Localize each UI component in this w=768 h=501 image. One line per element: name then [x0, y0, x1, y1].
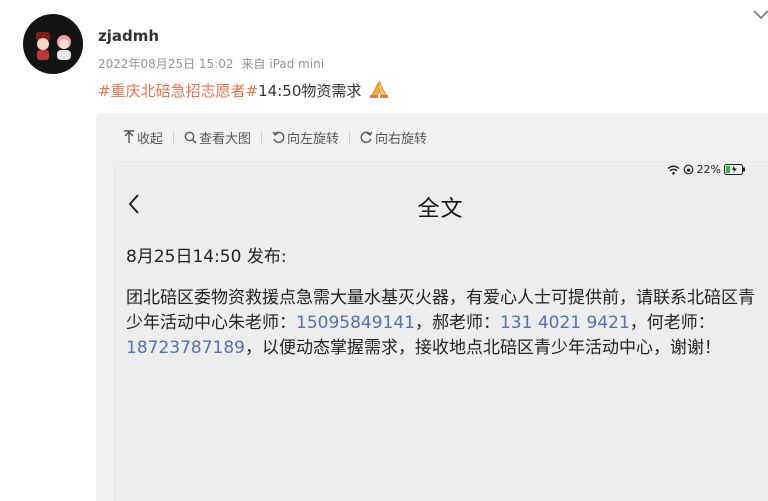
wifi-icon	[667, 165, 679, 175]
view-large-label: 查看大图	[199, 131, 252, 147]
chevron-down-icon[interactable]	[750, 6, 768, 24]
collapse-button[interactable]: 收起	[123, 128, 163, 147]
phone-link[interactable]: 131 4021 9421	[500, 313, 630, 333]
post-image[interactable]: 22% 全文 8月25日14:50 发布: 团北碚区委物资救援点急需大量水基灭火…	[113, 161, 768, 501]
notice-text: ，以便动态掌握需求，接收地点北碚区青少年活动中心，谢谢！	[244, 338, 721, 358]
notice-text: ，郝老师：	[414, 313, 500, 333]
post-body-text: 14:50物资需求	[258, 82, 362, 100]
phone-link[interactable]: 18723787189	[126, 338, 245, 358]
username[interactable]: zjadmh	[98, 27, 159, 45]
rotate-left-label: 向左旋转	[287, 131, 340, 147]
toolbar-divider	[173, 130, 175, 144]
source-device[interactable]: iPad mini	[269, 57, 324, 71]
battery-percent: 22%	[696, 163, 721, 176]
status-bar: 22%	[667, 163, 746, 176]
notice-text: ，何老师：	[629, 313, 715, 333]
published-time: 8月25日14:50 发布:	[126, 247, 287, 267]
collapse-label: 收起	[137, 131, 164, 147]
screen-title: 全文	[417, 197, 464, 222]
avatar-figure-left	[36, 32, 50, 60]
post-meta: 2022年08月25日 15:02 来自 iPad mini	[98, 55, 328, 72]
avatar-figure-right	[57, 35, 71, 60]
image-toolbar: 收起 查看大图 向左旋转 向右旋转	[96, 113, 768, 161]
notice-body: 团北碚区委物资救援点急需大量水基灭火器，有爱心人士可提供前，请联系北碚区青少年活…	[126, 286, 756, 361]
post-date[interactable]: 2022年08月25日 15:02	[98, 57, 233, 71]
rotate-left-icon	[272, 131, 285, 143]
rotation-lock-icon	[683, 164, 693, 175]
rotate-right-button[interactable]: 向右旋转	[360, 128, 427, 147]
rotate-left-button[interactable]: 向左旋转	[272, 128, 339, 147]
toolbar-divider	[349, 130, 351, 144]
rotate-right-label: 向右旋转	[375, 131, 428, 147]
source-prefix: 来自	[241, 57, 266, 71]
pray-hands-emoji-icon	[368, 79, 390, 103]
view-large-button[interactable]: 查看大图	[184, 128, 251, 147]
image-viewer: 收起 查看大图 向左旋转 向右旋转 22% 全文 8月25日14:50 发布: …	[96, 113, 768, 501]
topic-link[interactable]: #重庆北碚急招志愿者#	[98, 82, 258, 100]
collapse-up-icon	[124, 130, 134, 143]
avatar[interactable]	[23, 14, 83, 74]
phone-link[interactable]: 15095849141	[296, 313, 415, 333]
rotate-right-icon	[360, 131, 373, 143]
post-text: #重庆北碚急招志愿者#14:50物资需求	[98, 79, 390, 103]
toolbar-divider	[261, 130, 263, 144]
search-icon	[184, 131, 197, 144]
battery-charging-icon	[724, 164, 745, 175]
